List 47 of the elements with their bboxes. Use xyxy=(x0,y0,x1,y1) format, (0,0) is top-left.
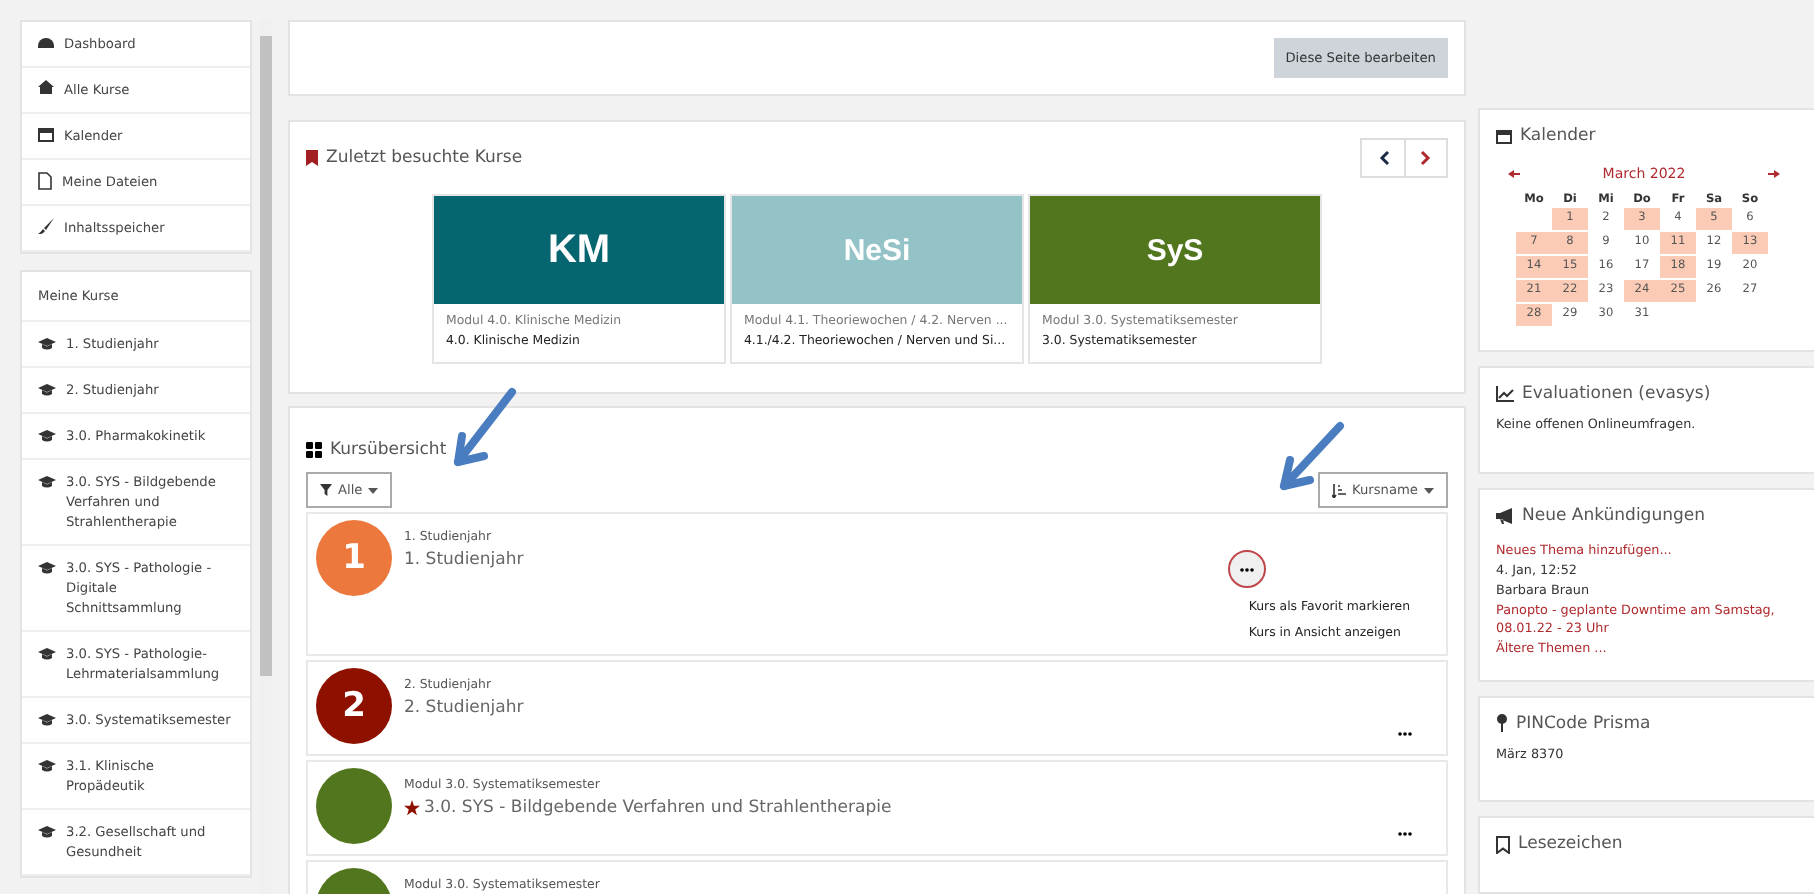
panel-title: Kalender xyxy=(1496,126,1810,146)
course-image: NeSi xyxy=(732,196,1022,304)
graduation-cap-icon xyxy=(38,760,56,772)
graduation-cap-icon xyxy=(38,562,56,574)
megaphone-icon xyxy=(1496,507,1514,524)
course-avatar: 2 xyxy=(316,668,392,744)
pin-icon xyxy=(1496,714,1508,733)
chevron-left-icon xyxy=(1377,150,1389,166)
graduation-cap-icon xyxy=(38,338,56,350)
course-image: KM xyxy=(434,196,724,304)
bookmark-icon xyxy=(1496,835,1510,854)
course-name[interactable]: 1. Studienjahr xyxy=(404,550,1217,570)
line-chart-icon xyxy=(1496,386,1514,403)
caret-icon xyxy=(368,487,379,493)
panel-title: Neue Ankündigungen xyxy=(1496,505,1810,526)
arrow-drawing xyxy=(1280,422,1344,490)
dashboard-icon xyxy=(38,34,54,48)
panel-title: PINCode Prisma xyxy=(1496,713,1810,734)
panel-title: Kursübersicht xyxy=(306,440,1448,460)
previous-month-icon[interactable] xyxy=(1508,170,1520,178)
more-options-button[interactable] xyxy=(1228,550,1267,588)
graduation-cap-icon xyxy=(38,648,56,660)
course-avatar: 1 xyxy=(316,520,392,596)
grid-icon xyxy=(306,442,322,458)
caret-icon xyxy=(1424,487,1434,493)
course-image: SyS xyxy=(1030,196,1320,304)
panel-title: Zuletzt besuchte Kurse xyxy=(306,148,523,168)
panel-title: Lesezeichen xyxy=(1496,834,1810,855)
next-month-icon[interactable] xyxy=(1767,170,1780,178)
course-name[interactable]: 2. Studienjahr xyxy=(404,698,1378,718)
brush-icon xyxy=(38,218,54,234)
filter-icon xyxy=(320,484,332,496)
graduation-cap-icon xyxy=(38,714,56,726)
graduation-cap-icon xyxy=(38,826,56,838)
panel-title: Evaluationen (evasys) xyxy=(1496,384,1810,405)
calendar-icon xyxy=(38,126,54,142)
file-icon xyxy=(38,172,52,190)
calendar-icon xyxy=(1496,128,1512,144)
course-name[interactable]: 3.0. SYS - Bildgebende Verfahren und Strahlentherapie xyxy=(404,798,1378,818)
graduation-cap-icon xyxy=(38,430,56,442)
graduation-cap-icon xyxy=(38,384,56,396)
sort-icon xyxy=(1331,483,1346,497)
home-icon xyxy=(38,80,54,94)
arrow-drawing xyxy=(454,388,516,466)
bookmark-icon xyxy=(306,150,318,166)
graduation-cap-icon xyxy=(38,476,56,488)
chevron-right-icon xyxy=(1420,150,1432,166)
